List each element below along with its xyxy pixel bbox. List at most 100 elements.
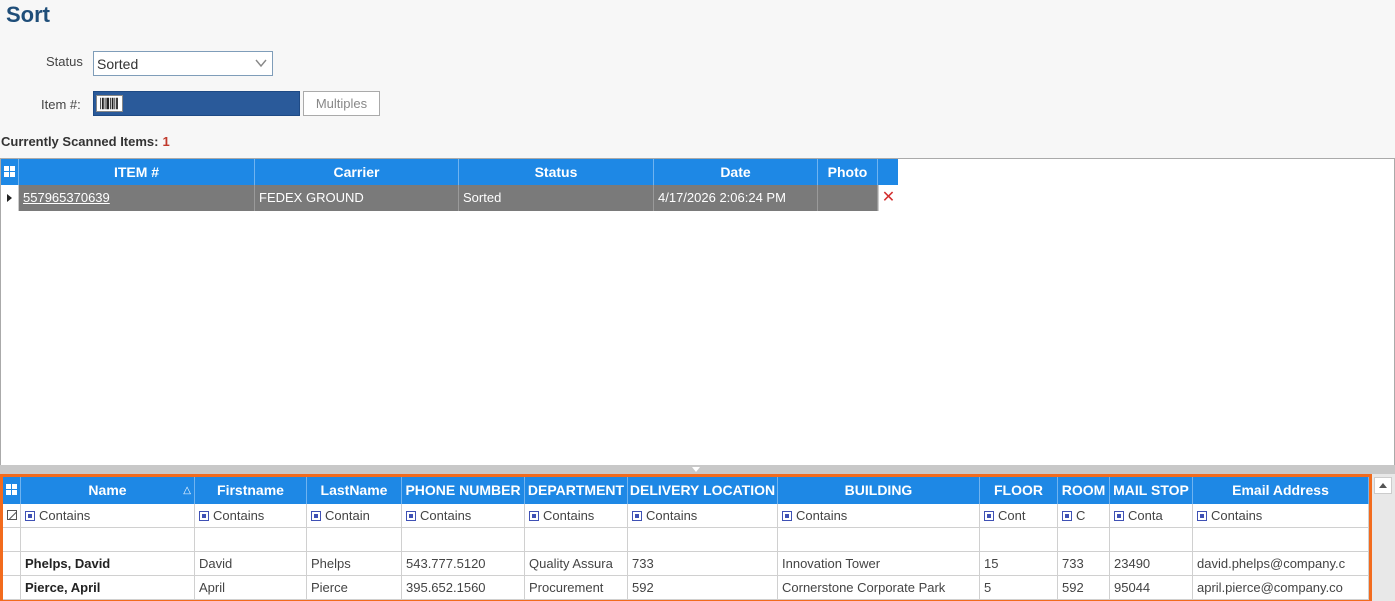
filter-firstname[interactable]: Contains <box>195 504 307 528</box>
filter-operator-icon[interactable] <box>406 511 416 521</box>
column-header-lastname[interactable]: LastName <box>307 477 402 504</box>
sort-ascending-icon: △ <box>183 485 191 496</box>
delete-row-icon[interactable]: ✕ <box>878 185 898 211</box>
filter-row-indicator <box>3 504 21 528</box>
delivery-location-cell: 592 <box>628 576 778 600</box>
table-row[interactable]: 557965370639 FEDEX GROUND Sorted 4/17/20… <box>1 185 898 211</box>
filter-input-building[interactable] <box>778 528 980 552</box>
chevron-down-icon <box>255 59 267 68</box>
item-number-input[interactable] <box>93 91 300 116</box>
filter-input-email[interactable] <box>1193 528 1369 552</box>
filter-input-phone[interactable] <box>402 528 525 552</box>
column-header-date[interactable]: Date <box>654 159 818 185</box>
column-header-status[interactable]: Status <box>459 159 654 185</box>
column-header-photo[interactable]: Photo <box>818 159 878 185</box>
column-header-item[interactable]: ITEM # <box>19 159 255 185</box>
filter-room-label: C <box>1076 508 1086 523</box>
column-header-department[interactable]: DEPARTMENT <box>525 477 628 504</box>
building-cell: Cornerstone Corporate Park <box>778 576 980 600</box>
room-cell: 592 <box>1058 576 1110 600</box>
status-cell: Sorted <box>459 185 654 211</box>
status-select[interactable]: Sorted <box>93 51 273 76</box>
filter-input-delivery-location[interactable] <box>628 528 778 552</box>
filter-operator-icon[interactable] <box>311 511 321 521</box>
filter-email[interactable]: Contains <box>1193 504 1369 528</box>
grid-splitter[interactable] <box>0 465 1395 474</box>
column-header-carrier[interactable]: Carrier <box>255 159 459 185</box>
filter-building-label: Contains <box>796 508 848 523</box>
filter-operator-icon[interactable] <box>529 511 539 521</box>
recipient-grid: Name △ Firstname LastName PHONE NUMBER DE… <box>0 474 1372 601</box>
item-number-link[interactable]: 557965370639 <box>19 185 255 211</box>
floor-cell: 5 <box>980 576 1058 600</box>
filter-row: Contains Contains Contain Contains Conta… <box>3 504 1369 528</box>
phone-cell: 543.777.5120 <box>402 552 525 576</box>
barcode-icon <box>96 95 123 112</box>
firstname-cell: David <box>195 552 307 576</box>
column-header-delivery-location[interactable]: DELIVERY LOCATION <box>628 477 778 504</box>
filter-input-lastname[interactable] <box>307 528 402 552</box>
column-header-building[interactable]: BUILDING <box>778 477 980 504</box>
row-indicator[interactable] <box>3 576 21 600</box>
filter-operator-icon[interactable] <box>782 511 792 521</box>
filter-room[interactable]: C <box>1058 504 1110 528</box>
filter-building[interactable]: Contains <box>778 504 980 528</box>
name-cell: Pierce, April <box>21 576 195 600</box>
filter-operator-icon[interactable] <box>1114 511 1124 521</box>
filter-operator-icon[interactable] <box>199 511 209 521</box>
building-cell: Innovation Tower <box>778 552 980 576</box>
row-indicator[interactable] <box>3 552 21 576</box>
lastname-cell: Pierce <box>307 576 402 600</box>
scanned-items-grid: ITEM # Carrier Status Date Photo 5579653… <box>0 158 1395 467</box>
filter-firstname-label: Contains <box>213 508 265 523</box>
date-cell: 4/17/2026 2:06:24 PM <box>654 185 818 211</box>
table-row[interactable]: Phelps, David David Phelps 543.777.5120 … <box>3 552 1369 576</box>
column-header-email[interactable]: Email Address <box>1193 477 1369 504</box>
filter-phone[interactable]: Contains <box>402 504 525 528</box>
row-indicator <box>3 528 21 552</box>
scanned-items-count: 1 <box>162 134 170 149</box>
filter-operator-icon[interactable] <box>1197 511 1207 521</box>
column-chooser-icon[interactable] <box>3 477 21 504</box>
status-select-value: Sorted <box>97 56 139 72</box>
filter-department[interactable]: Contains <box>525 504 628 528</box>
filter-input-mail-stop[interactable] <box>1110 528 1193 552</box>
column-chooser-icon[interactable] <box>1 159 19 185</box>
filter-name[interactable]: Contains <box>21 504 195 528</box>
column-header-phone[interactable]: PHONE NUMBER <box>402 477 525 504</box>
filter-operator-icon[interactable] <box>25 511 35 521</box>
filter-input-name[interactable] <box>21 528 195 552</box>
scanned-grid-header: ITEM # Carrier Status Date Photo <box>1 159 898 185</box>
scroll-up-icon[interactable] <box>1374 477 1392 494</box>
filter-operator-icon[interactable] <box>632 511 642 521</box>
photo-cell[interactable] <box>818 185 878 211</box>
item-number-label: Item #: <box>41 97 81 112</box>
filter-lastname[interactable]: Contain <box>307 504 402 528</box>
department-cell: Procurement <box>525 576 628 600</box>
room-cell: 733 <box>1058 552 1110 576</box>
floor-cell: 15 <box>980 552 1058 576</box>
column-header-room[interactable]: ROOM <box>1058 477 1110 504</box>
filter-input-department[interactable] <box>525 528 628 552</box>
filter-input-firstname[interactable] <box>195 528 307 552</box>
lastname-cell: Phelps <box>307 552 402 576</box>
filter-operator-icon[interactable] <box>1062 511 1072 521</box>
filter-mail-stop[interactable]: Conta <box>1110 504 1193 528</box>
multiples-button[interactable]: Multiples <box>303 91 380 116</box>
column-header-firstname[interactable]: Firstname <box>195 477 307 504</box>
filter-input-floor[interactable] <box>980 528 1058 552</box>
mail-stop-cell: 95044 <box>1110 576 1193 600</box>
table-row[interactable]: Pierce, April April Pierce 395.652.1560 … <box>3 576 1369 600</box>
status-label: Status <box>46 54 83 69</box>
filter-input-room[interactable] <box>1058 528 1110 552</box>
filter-input-row <box>3 528 1369 552</box>
row-selector[interactable] <box>1 185 19 211</box>
filter-floor[interactable]: Cont <box>980 504 1058 528</box>
filter-delivery-location[interactable]: Contains <box>628 504 778 528</box>
column-header-floor[interactable]: FLOOR <box>980 477 1058 504</box>
column-header-mail-stop[interactable]: MAIL STOP <box>1110 477 1193 504</box>
vertical-scrollbar[interactable] <box>1372 474 1395 601</box>
filter-lastname-label: Contain <box>325 508 370 523</box>
filter-operator-icon[interactable] <box>984 511 994 521</box>
column-header-name[interactable]: Name △ <box>21 477 195 504</box>
